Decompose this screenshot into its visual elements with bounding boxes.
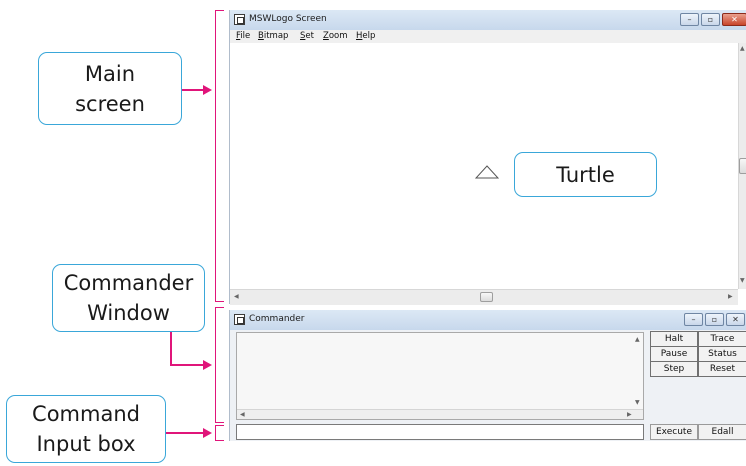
main-screen-bracket [215,10,224,302]
menu-zoom[interactable]: Zoom [323,31,348,41]
callout-commander-window: Commander Window [52,264,205,332]
edall-button[interactable]: Edall [698,424,746,440]
callout-commander-window-line2: Window [87,301,170,325]
maximize-button[interactable]: ▫ [701,13,720,26]
scroll-right-arrow-icon[interactable]: ▶ [728,293,733,300]
callout-main-screen-line1: Main [84,61,136,86]
commander-app-icon [234,314,245,325]
history-scroll-up-icon[interactable]: ▲ [635,336,640,343]
scroll-down-arrow-icon[interactable]: ▼ [740,277,745,284]
callout-turtle-label: Turtle [556,162,615,187]
app-window-icon [234,14,245,25]
commander-close-button[interactable]: ✕ [726,313,745,326]
scroll-up-arrow-icon[interactable]: ▲ [740,45,745,52]
mswlogo-menubar: File Bitmap Set Zoom Help [230,30,746,43]
minimize-button[interactable]: – [680,13,699,26]
pause-button[interactable]: Pause [650,346,698,362]
command-input-arrowhead [203,428,212,438]
mswlogo-screen-titlebar[interactable]: MSWLogo Screen – ▫ ✕ [230,10,746,30]
commander-arrowhead [203,360,212,370]
halt-button[interactable]: Halt [650,331,698,347]
callout-command-input-line1: Command [32,402,140,426]
history-scroll-down-icon[interactable]: ▼ [635,399,640,406]
scroll-left-arrow-icon[interactable]: ◀ [234,293,239,300]
callout-command-input-line2: Input box [36,432,136,456]
commander-history[interactable]: ▲ ▼ ◀ ▶ [236,332,644,420]
main-screen-hscrollbar[interactable]: ◀ ▶ [230,289,738,305]
turtle-triangle-icon [475,165,499,179]
status-button[interactable]: Status [698,346,746,362]
callout-command-input: Command Input box [6,395,166,463]
menu-set[interactable]: Set [300,31,314,41]
main-screen-vscrollbar[interactable]: ▲ ▼ [738,43,746,289]
execute-button[interactable]: Execute [650,424,698,440]
history-hscrollbar[interactable]: ◀ ▶ [237,409,643,419]
callout-commander-window-line1: Commander [63,271,194,295]
main-screen-arrowhead [203,85,212,95]
history-scroll-right-icon[interactable]: ▶ [627,411,632,418]
callout-main-screen: Main screen [38,52,182,125]
commander-titlebar[interactable]: Commander – ▫ ✕ [230,310,746,330]
trace-button[interactable]: Trace [698,331,746,347]
step-button[interactable]: Step [650,361,698,377]
mswlogo-screen-window: MSWLogo Screen – ▫ ✕ File Bitmap Set Zoo… [229,10,746,305]
commander-title: Commander [249,314,305,324]
command-input-arrow-line [166,432,204,434]
commander-minimize-button[interactable]: – [684,313,703,326]
history-scroll-left-icon[interactable]: ◀ [240,411,245,418]
mswlogo-screen-title: MSWLogo Screen [249,14,327,24]
menu-help[interactable]: Help [356,31,375,41]
main-screen-arrow-line [182,89,204,91]
menu-bitmap[interactable]: Bitmap [258,31,288,41]
close-button[interactable]: ✕ [722,13,746,26]
callout-turtle: Turtle [514,152,657,197]
commander-arrow-horizontal [170,364,204,366]
commander-maximize-button[interactable]: ▫ [705,313,724,326]
menu-file[interactable]: File [236,31,250,41]
command-input-bracket [215,425,224,441]
commander-window: Commander – ▫ ✕ ▲ ▼ ◀ ▶ Halt Trace Pause… [229,310,746,441]
commander-bracket [215,307,224,423]
callout-main-screen-line2: screen [75,91,145,116]
reset-button[interactable]: Reset [698,361,746,377]
main-screen-hscroll-thumb[interactable] [480,292,493,302]
command-input-box[interactable] [236,424,644,440]
commander-arrow-vertical [170,332,172,365]
main-screen-vscroll-thumb[interactable] [739,158,746,174]
